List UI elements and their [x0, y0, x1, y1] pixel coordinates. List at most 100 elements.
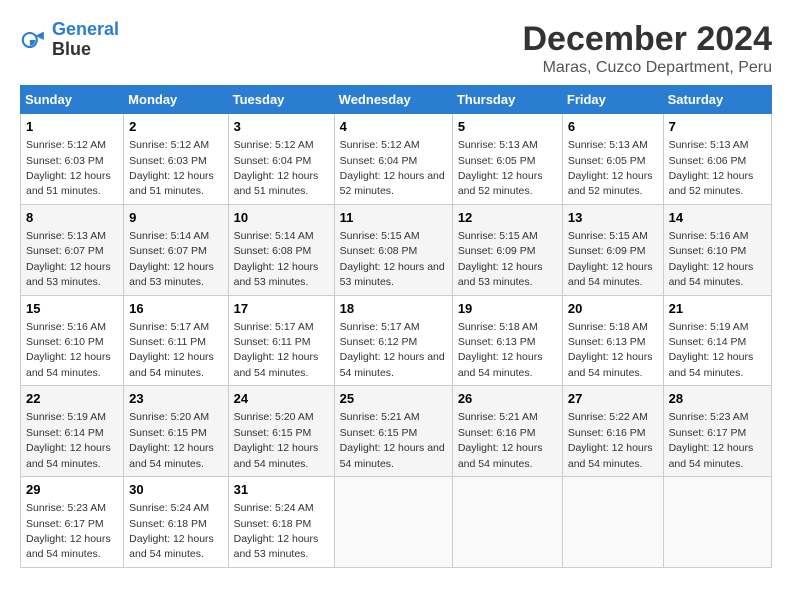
sunset: Sunset: 6:14 PM: [26, 427, 104, 439]
sunrise: Sunrise: 5:14 AM: [234, 230, 314, 242]
day-number: 11: [340, 209, 447, 227]
sunset: Sunset: 6:15 PM: [340, 427, 418, 439]
calendar-table: SundayMondayTuesdayWednesdayThursdayFrid…: [20, 85, 772, 568]
calendar-cell: 9 Sunrise: 5:14 AM Sunset: 6:07 PM Dayli…: [124, 204, 228, 295]
daylight: Daylight: 12 hours and 54 minutes.: [234, 442, 319, 469]
day-number: 22: [26, 390, 118, 408]
calendar-cell: 8 Sunrise: 5:13 AM Sunset: 6:07 PM Dayli…: [21, 204, 124, 295]
daylight: Daylight: 12 hours and 54 minutes.: [234, 351, 319, 378]
day-number: 20: [568, 300, 658, 318]
title-area: December 2024 Maras, Cuzco Department, P…: [522, 20, 772, 77]
sunrise: Sunrise: 5:19 AM: [26, 411, 106, 423]
calendar-cell: 30 Sunrise: 5:24 AM Sunset: 6:18 PM Dayl…: [124, 477, 228, 568]
day-number: 19: [458, 300, 557, 318]
sunrise: Sunrise: 5:19 AM: [669, 321, 749, 333]
sunset: Sunset: 6:03 PM: [26, 155, 104, 167]
daylight: Daylight: 12 hours and 54 minutes.: [129, 442, 214, 469]
calendar-cell: [452, 477, 562, 568]
day-number: 26: [458, 390, 557, 408]
sunrise: Sunrise: 5:21 AM: [340, 411, 420, 423]
day-number: 6: [568, 118, 658, 136]
sunset: Sunset: 6:11 PM: [234, 336, 311, 348]
page-subtitle: Maras, Cuzco Department, Peru: [522, 59, 772, 77]
sunset: Sunset: 6:10 PM: [669, 245, 747, 257]
calendar-cell: 4 Sunrise: 5:12 AM Sunset: 6:04 PM Dayli…: [334, 114, 452, 205]
logo: General Blue: [20, 20, 119, 60]
sunset: Sunset: 6:10 PM: [26, 336, 104, 348]
day-number: 5: [458, 118, 557, 136]
sunset: Sunset: 6:05 PM: [568, 155, 646, 167]
daylight: Daylight: 12 hours and 53 minutes.: [129, 261, 214, 288]
week-row-5: 29 Sunrise: 5:23 AM Sunset: 6:17 PM Dayl…: [21, 477, 772, 568]
calendar-cell: 25 Sunrise: 5:21 AM Sunset: 6:15 PM Dayl…: [334, 386, 452, 477]
daylight: Daylight: 12 hours and 53 minutes.: [340, 261, 445, 288]
sunrise: Sunrise: 5:23 AM: [669, 411, 749, 423]
sunset: Sunset: 6:03 PM: [129, 155, 207, 167]
sunrise: Sunrise: 5:13 AM: [568, 139, 648, 151]
sunset: Sunset: 6:04 PM: [340, 155, 418, 167]
calendar-cell: 7 Sunrise: 5:13 AM Sunset: 6:06 PM Dayli…: [663, 114, 771, 205]
sunrise: Sunrise: 5:14 AM: [129, 230, 209, 242]
logo-icon: [20, 26, 48, 54]
day-number: 31: [234, 481, 329, 499]
daylight: Daylight: 12 hours and 53 minutes.: [234, 261, 319, 288]
calendar-cell: 21 Sunrise: 5:19 AM Sunset: 6:14 PM Dayl…: [663, 295, 771, 386]
sunrise: Sunrise: 5:20 AM: [129, 411, 209, 423]
sunrise: Sunrise: 5:15 AM: [568, 230, 648, 242]
day-number: 21: [669, 300, 766, 318]
day-number: 9: [129, 209, 222, 227]
sunrise: Sunrise: 5:20 AM: [234, 411, 314, 423]
sunset: Sunset: 6:16 PM: [568, 427, 646, 439]
daylight: Daylight: 12 hours and 54 minutes.: [568, 442, 653, 469]
sunset: Sunset: 6:15 PM: [234, 427, 312, 439]
sunrise: Sunrise: 5:17 AM: [234, 321, 314, 333]
day-number: 3: [234, 118, 329, 136]
sunrise: Sunrise: 5:21 AM: [458, 411, 538, 423]
sunrise: Sunrise: 5:13 AM: [26, 230, 106, 242]
week-row-3: 15 Sunrise: 5:16 AM Sunset: 6:10 PM Dayl…: [21, 295, 772, 386]
daylight: Daylight: 12 hours and 54 minutes.: [26, 351, 111, 378]
sunset: Sunset: 6:07 PM: [26, 245, 104, 257]
sunset: Sunset: 6:16 PM: [458, 427, 536, 439]
sunrise: Sunrise: 5:13 AM: [669, 139, 749, 151]
day-number: 24: [234, 390, 329, 408]
day-number: 14: [669, 209, 766, 227]
sunrise: Sunrise: 5:17 AM: [129, 321, 209, 333]
sunset: Sunset: 6:09 PM: [458, 245, 536, 257]
sunset: Sunset: 6:08 PM: [340, 245, 418, 257]
logo-line1: General: [52, 19, 119, 39]
sunrise: Sunrise: 5:17 AM: [340, 321, 420, 333]
day-number: 30: [129, 481, 222, 499]
sunrise: Sunrise: 5:12 AM: [26, 139, 106, 151]
sunset: Sunset: 6:18 PM: [129, 518, 207, 530]
daylight: Daylight: 12 hours and 54 minutes.: [669, 261, 754, 288]
logo-line2: Blue: [52, 40, 119, 60]
daylight: Daylight: 12 hours and 51 minutes.: [234, 170, 319, 197]
calendar-cell: 12 Sunrise: 5:15 AM Sunset: 6:09 PM Dayl…: [452, 204, 562, 295]
day-number: 25: [340, 390, 447, 408]
day-number: 29: [26, 481, 118, 499]
calendar-cell: 23 Sunrise: 5:20 AM Sunset: 6:15 PM Dayl…: [124, 386, 228, 477]
calendar-cell: 22 Sunrise: 5:19 AM Sunset: 6:14 PM Dayl…: [21, 386, 124, 477]
sunset: Sunset: 6:05 PM: [458, 155, 536, 167]
day-number: 12: [458, 209, 557, 227]
day-number: 27: [568, 390, 658, 408]
daylight: Daylight: 12 hours and 54 minutes.: [458, 351, 543, 378]
day-number: 28: [669, 390, 766, 408]
daylight: Daylight: 12 hours and 53 minutes.: [234, 533, 319, 560]
daylight: Daylight: 12 hours and 54 minutes.: [568, 351, 653, 378]
sunrise: Sunrise: 5:24 AM: [234, 502, 314, 514]
sunset: Sunset: 6:12 PM: [340, 336, 418, 348]
day-number: 23: [129, 390, 222, 408]
sunset: Sunset: 6:08 PM: [234, 245, 312, 257]
sunset: Sunset: 6:09 PM: [568, 245, 646, 257]
sunrise: Sunrise: 5:24 AM: [129, 502, 209, 514]
calendar-cell: 1 Sunrise: 5:12 AM Sunset: 6:03 PM Dayli…: [21, 114, 124, 205]
calendar-cell: 16 Sunrise: 5:17 AM Sunset: 6:11 PM Dayl…: [124, 295, 228, 386]
day-number: 7: [669, 118, 766, 136]
daylight: Daylight: 12 hours and 52 minutes.: [340, 170, 445, 197]
daylight: Daylight: 12 hours and 54 minutes.: [340, 442, 445, 469]
daylight: Daylight: 12 hours and 54 minutes.: [129, 533, 214, 560]
calendar-header-row: SundayMondayTuesdayWednesdayThursdayFrid…: [21, 86, 772, 114]
header-wednesday: Wednesday: [334, 86, 452, 114]
